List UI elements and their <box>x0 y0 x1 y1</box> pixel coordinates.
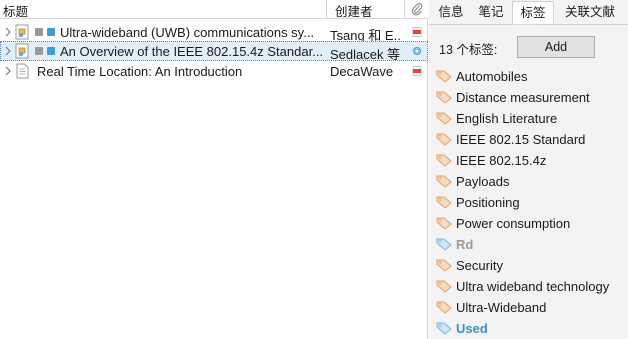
tag-item[interactable]: English Literature <box>434 108 624 129</box>
chevron-right-icon[interactable] <box>4 46 12 56</box>
tag-icon <box>436 112 452 125</box>
tag-icon <box>436 238 452 251</box>
item-creator: DecaWave <box>330 64 394 79</box>
tag-item[interactable]: Distance measurement <box>434 87 624 108</box>
tag-icon <box>436 322 452 335</box>
tab-info[interactable]: 信息 <box>432 1 470 25</box>
add-tag-button[interactable]: Add <box>517 36 595 58</box>
tab-related[interactable]: 关联文献 <box>556 1 624 25</box>
colored-tag-square <box>35 28 43 36</box>
tag-label: Payloads <box>456 174 510 189</box>
colored-tag-square <box>47 47 55 55</box>
tag-label: Automobiles <box>456 69 528 84</box>
tag-item[interactable]: IEEE 802.15.4z <box>434 150 624 171</box>
tags-panel: 13 个标签: Add Automobiles Distance measurem… <box>429 25 628 339</box>
tag-item[interactable]: Ultra-Wideband <box>434 297 624 318</box>
tag-label: Power consumption <box>456 216 571 231</box>
tag-item[interactable]: Security <box>434 255 624 276</box>
column-separator[interactable] <box>326 0 327 18</box>
tag-icon <box>436 70 452 83</box>
tag-label: Used <box>456 321 488 336</box>
web-link-icon[interactable] <box>412 46 422 56</box>
colored-tag-square <box>35 47 43 55</box>
item-title: Ultra-wideband (UWB) communications sy..… <box>60 25 315 40</box>
colored-tag-square <box>47 28 55 36</box>
document-icon <box>16 63 29 79</box>
items-pane: 标题 创建者 Ultra-wideband (UWB) communicatio… <box>0 0 428 339</box>
tag-item[interactable]: Ultra wideband technology <box>434 276 624 297</box>
tag-count-label: 13 个标签: <box>439 43 498 57</box>
conference-paper-icon <box>15 43 29 59</box>
tag-icon <box>436 301 452 314</box>
tag-icon <box>436 217 452 230</box>
tag-item[interactable]: Payloads <box>434 171 624 192</box>
tag-label: Distance measurement <box>456 90 590 105</box>
column-header-title[interactable]: 标题 <box>3 1 28 20</box>
tag-item[interactable]: IEEE 802.15 Standard <box>434 129 624 150</box>
column-separator[interactable] <box>404 0 405 18</box>
tab-tags[interactable]: 标签 <box>512 1 554 25</box>
tag-icon <box>436 175 452 188</box>
tag-item[interactable]: Rd <box>434 234 624 255</box>
tag-icon <box>436 91 452 104</box>
item-detail-pane: 信息 笔记 标签 关联文献 13 个标签: Add Automobiles Dis… <box>429 0 628 339</box>
tag-label: Ultra wideband technology <box>456 279 610 294</box>
tag-item[interactable]: Used <box>434 318 624 339</box>
tab-notes[interactable]: 笔记 <box>472 1 510 25</box>
conference-paper-icon <box>15 24 29 40</box>
tag-icon <box>436 259 452 272</box>
tag-item[interactable]: Power consumption <box>434 213 624 234</box>
tag-icon <box>436 154 452 167</box>
item-title: An Overview of the IEEE 802.15.4z Standa… <box>60 44 324 59</box>
pdf-icon[interactable] <box>412 27 422 37</box>
tag-label: Rd <box>456 237 474 252</box>
item-title: Real Time Location: An Introduction <box>37 64 243 79</box>
tag-item[interactable]: Positioning <box>434 192 624 213</box>
tag-label: IEEE 802.15.4z <box>456 153 547 168</box>
tag-icon <box>436 280 452 293</box>
tag-label: English Literature <box>456 111 558 126</box>
chevron-right-icon[interactable] <box>4 66 12 76</box>
tag-icon <box>436 196 452 209</box>
column-header: 标题 创建者 <box>0 0 428 19</box>
paperclip-icon[interactable] <box>411 2 423 16</box>
tag-label: Ultra-Wideband <box>456 300 547 315</box>
tag-label: IEEE 802.15 Standard <box>456 132 586 147</box>
table-row[interactable]: Real Time Location: An Introduction Deca… <box>0 61 428 81</box>
table-row[interactable]: Ultra-wideband (UWB) communications sy..… <box>0 22 428 43</box>
table-row[interactable]: An Overview of the IEEE 802.15.4z Standa… <box>0 41 428 62</box>
tab-bar: 信息 笔记 标签 关联文献 <box>429 0 628 25</box>
pdf-icon[interactable] <box>412 66 422 76</box>
chevron-right-icon[interactable] <box>4 27 12 37</box>
tag-item[interactable]: Automobiles <box>434 66 624 87</box>
column-header-creator[interactable]: 创建者 <box>335 1 373 20</box>
tag-icon <box>436 133 452 146</box>
tag-label: Positioning <box>456 195 520 210</box>
tag-label: Security <box>456 258 503 273</box>
